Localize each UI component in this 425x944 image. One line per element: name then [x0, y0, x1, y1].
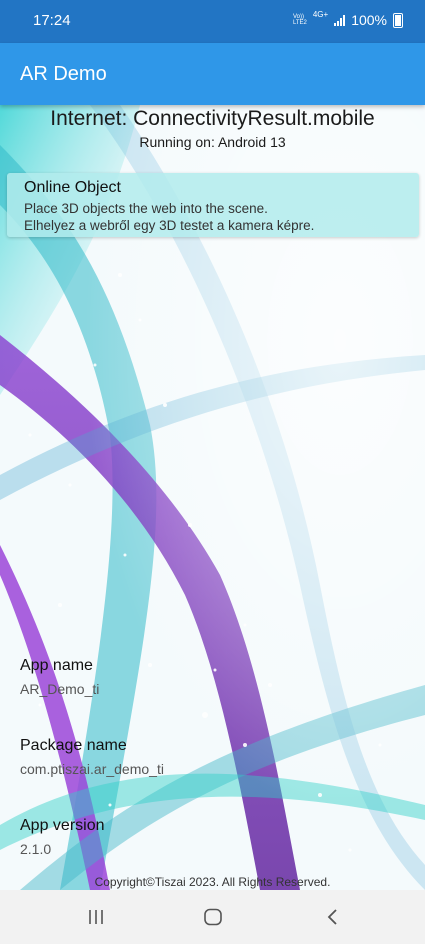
card-title: Online Object: [24, 179, 121, 196]
app-bar: AR Demo: [0, 43, 425, 105]
back-icon[interactable]: [318, 904, 348, 930]
volte-bottom-text: LTE2: [292, 20, 307, 26]
recent-apps-icon[interactable]: [81, 904, 111, 930]
app-name-value: AR_Demo_ti: [20, 681, 100, 697]
running-on-text: Running on: Android 13: [139, 134, 286, 150]
status-icons: Vo)) LTE2 4G+ 100%: [293, 10, 403, 28]
app-version-section: App version 2.1.0: [20, 817, 105, 857]
app-name-section: App name AR_Demo_ti: [20, 657, 99, 697]
package-name-section: Package name com.ptiszai.ar_demo_ti: [20, 737, 164, 777]
app-title: AR Demo: [20, 63, 107, 85]
status-time: 17:24: [33, 12, 71, 29]
app-version-value: 2.1.0: [20, 841, 52, 857]
package-name-label: Package name: [20, 737, 127, 754]
navigation-bar: [0, 890, 425, 944]
package-name-value: com.ptiszai.ar_demo_ti: [20, 761, 164, 777]
internet-status: Internet: ConnectivityResult.mobile: [50, 107, 375, 130]
online-object-card[interactable]: Online Object Place 3D objects the web i…: [7, 173, 419, 237]
card-description-hu: Elhelyez a webről egy 3D testet a kamera…: [24, 218, 315, 233]
home-icon[interactable]: [198, 904, 228, 930]
main-content: Internet: ConnectivityResult.mobile Runn…: [0, 105, 425, 890]
signal-icon: [334, 14, 346, 26]
volte-indicator: Vo)) LTE2: [293, 14, 307, 26]
battery-text: 100%: [351, 12, 387, 28]
network-type: 4G+: [312, 10, 329, 19]
app-version-label: App version: [20, 817, 105, 834]
app-name-label: App name: [20, 657, 93, 674]
battery-icon: [393, 12, 403, 28]
card-description-en: Place 3D objects the web into the scene.: [24, 201, 268, 216]
copyright-text: Copyright©Tiszai 2023. All Rights Reserv…: [94, 875, 331, 889]
status-bar: 17:24 Vo)) LTE2 4G+ 100%: [0, 0, 425, 43]
